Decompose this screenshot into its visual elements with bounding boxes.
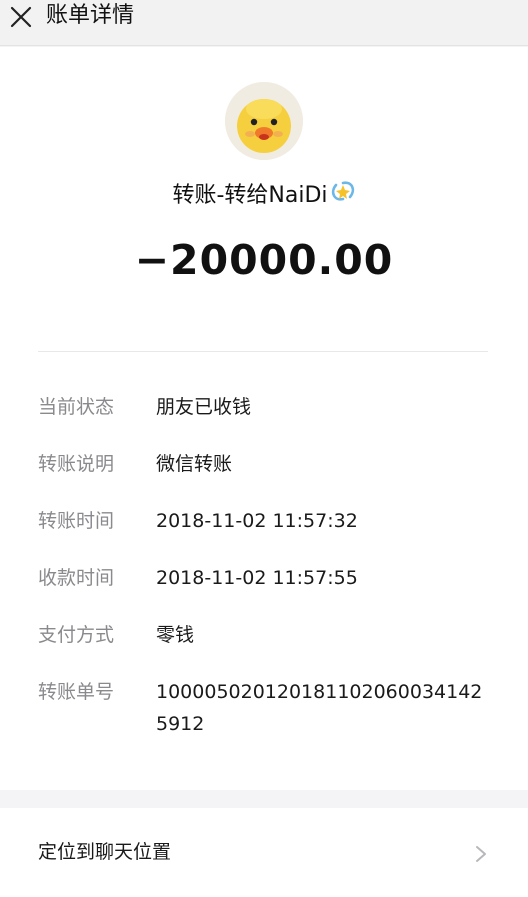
top-bar: 账单详情: [0, 0, 528, 46]
bill-detail-card: 转账-转给NaiDi −20000.00 当前状态 朋友已收钱 转账说明 微信转…: [0, 47, 528, 790]
chevron-right-icon: [474, 844, 488, 868]
locate-chat-label: 定位到聊天位置: [38, 841, 172, 863]
close-icon[interactable]: [6, 2, 36, 32]
transfer-time-value: 2018-11-02 11:57:32: [156, 510, 358, 532]
transaction-id-value: 100005020120181102060034142 5912: [156, 681, 483, 735]
note-value: 微信转账: [156, 453, 233, 475]
status-value: 朋友已收钱: [156, 396, 252, 418]
payment-method-value: 零钱: [156, 624, 195, 646]
transfer-amount: −20000.00: [134, 236, 394, 284]
payee-text: 转账-转给NaiDi: [172, 183, 328, 208]
payee-line: 转账-转给NaiDi: [0, 180, 528, 212]
locate-chat-button[interactable]: 定位到聊天位置: [0, 808, 528, 897]
payment-method-label: 支付方式: [38, 624, 115, 646]
note-label: 转账说明: [38, 453, 115, 475]
transaction-id-label: 转账单号: [38, 681, 115, 703]
transfer-time-label: 转账时间: [38, 510, 115, 532]
divider: [38, 351, 488, 352]
status-label: 当前状态: [38, 396, 115, 418]
page-title: 账单详情: [46, 3, 135, 28]
duck-avatar-icon: [225, 82, 303, 160]
receive-time-value: 2018-11-02 11:57:55: [156, 567, 358, 589]
sparkle-emoji-icon: [330, 180, 356, 212]
payee-avatar: [225, 82, 303, 160]
receive-time-label: 收款时间: [38, 567, 115, 589]
